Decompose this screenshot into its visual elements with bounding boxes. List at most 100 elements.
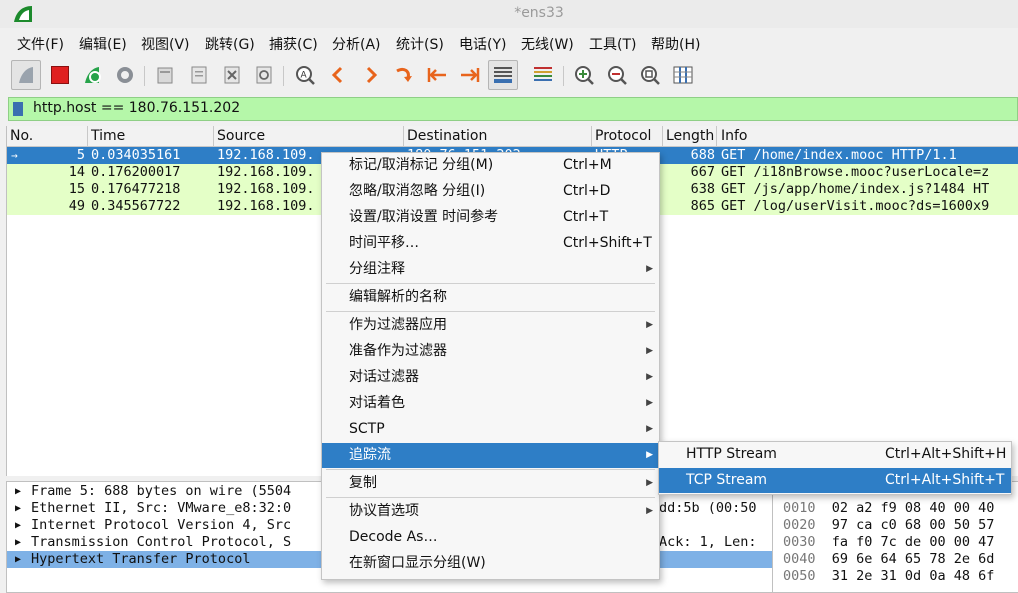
save-file-icon[interactable] xyxy=(184,60,214,90)
ctx-apply-as-filter[interactable]: 作为过滤器应用 ▶ xyxy=(322,313,659,338)
ctx-time-reference[interactable]: 设置/取消设置 时间参考 Ctrl+T xyxy=(322,205,659,230)
menu-capture[interactable]: 捕获(C) xyxy=(269,34,318,54)
ctx-label: 作为过滤器应用 xyxy=(349,317,447,333)
ctx-sctp[interactable]: SCTP ▶ xyxy=(322,417,659,442)
submenu-arrow-icon: ▶ xyxy=(646,320,653,330)
ctx-label: 对话过滤器 xyxy=(349,369,419,385)
ctx-prepare-as-filter[interactable]: 准备作为过滤器 ▶ xyxy=(322,339,659,364)
ctx-colorize-conversation[interactable]: 对话着色 ▶ xyxy=(322,391,659,416)
cell-length: 638 xyxy=(690,181,715,197)
ctx-protocol-preferences[interactable]: 协议首选项 ▶ xyxy=(322,499,659,524)
packet-bytes-pane[interactable]: 0010 02 a2 f9 08 40 00 40 0020 97 ca c0 … xyxy=(772,481,1018,593)
capture-options-gear-icon[interactable] xyxy=(110,60,140,90)
submenu-http-stream[interactable]: HTTP Stream Ctrl+Alt+Shift+H xyxy=(659,442,1011,467)
ctx-show-in-new-window[interactable]: 在新窗口显示分组(W) xyxy=(322,551,659,576)
restart-capture-icon[interactable] xyxy=(77,60,107,90)
autoscroll-icon[interactable] xyxy=(488,60,518,90)
close-file-icon[interactable] xyxy=(217,60,247,90)
display-filter-bar[interactable]: http.host == 180.76.151.202 xyxy=(8,97,1018,121)
menu-view[interactable]: 视图(V) xyxy=(141,34,190,54)
hex-offset: 0020 xyxy=(783,517,816,533)
hex-row: 0040 69 6e 64 65 78 2e 6d xyxy=(783,551,994,568)
cell-info: GET /log/userVisit.mooc?ds=1600x9 xyxy=(721,198,990,214)
cell-time: 0.034035161 xyxy=(91,147,181,163)
bookmark-icon[interactable] xyxy=(13,102,23,116)
hex-row: 0050 31 2e 31 0d 0a 48 6f xyxy=(783,568,994,585)
ctx-copy[interactable]: 复制 ▶ xyxy=(322,471,659,496)
submenu-label: TCP Stream xyxy=(686,472,768,488)
ctx-follow-stream[interactable]: 追踪流 ▶ xyxy=(322,443,659,468)
col-header-no[interactable]: No. xyxy=(10,128,33,144)
col-header-info[interactable]: Info xyxy=(721,128,748,144)
hex-row: 0020 97 ca c0 68 00 50 57 xyxy=(783,517,994,534)
expand-arrow-icon[interactable]: ▶ xyxy=(15,500,21,517)
ctx-packet-comment[interactable]: 分组注释 ▶ xyxy=(322,257,659,282)
go-back-arrow-icon[interactable] xyxy=(323,60,353,90)
reload-file-icon[interactable] xyxy=(249,60,279,90)
col-header-source[interactable]: Source xyxy=(217,128,265,144)
resize-columns-icon[interactable] xyxy=(668,60,698,90)
main-toolbar: A xyxy=(0,58,1018,94)
zoom-in-icon[interactable] xyxy=(569,60,599,90)
cell-no: 14 xyxy=(68,164,85,180)
colorize-icon[interactable] xyxy=(528,60,558,90)
menu-edit[interactable]: 编辑(E) xyxy=(79,34,127,54)
menu-statistics[interactable]: 统计(S) xyxy=(396,34,444,54)
shark-fin-start-icon[interactable] xyxy=(11,60,41,90)
cell-no: 49 xyxy=(68,198,85,214)
expand-arrow-icon[interactable]: ▶ xyxy=(15,534,21,551)
tree-item-label: Frame 5: 688 bytes on wire (5504 xyxy=(31,483,292,499)
submenu-arrow-icon: ▶ xyxy=(646,506,653,516)
hex-offset: 0050 xyxy=(783,568,816,584)
menu-go[interactable]: 跳转(G) xyxy=(205,34,255,54)
find-packet-icon[interactable]: A xyxy=(290,60,320,90)
ctx-mark-packet[interactable]: 标记/取消标记 分组(M) Ctrl+M xyxy=(322,153,659,178)
first-packet-icon[interactable] xyxy=(422,60,452,90)
zoom-out-icon[interactable] xyxy=(602,60,632,90)
stop-square-icon[interactable] xyxy=(45,60,75,90)
last-packet-icon[interactable] xyxy=(455,60,485,90)
normal-size-icon[interactable] xyxy=(635,60,665,90)
cell-info: GET /i18nBrowse.mooc?userLocale=z xyxy=(721,164,990,180)
submenu-tcp-stream[interactable]: TCP Stream Ctrl+Alt+Shift+T xyxy=(659,468,1011,493)
ctx-label: 对话着色 xyxy=(349,395,405,411)
go-to-packet-icon[interactable] xyxy=(389,60,419,90)
go-forward-arrow-icon[interactable] xyxy=(356,60,386,90)
col-header-length[interactable]: Length xyxy=(666,128,714,144)
ctx-label: 编辑解析的名称 xyxy=(349,289,447,305)
menu-analyze[interactable]: 分析(A) xyxy=(332,34,381,54)
col-header-protocol[interactable]: Protocol xyxy=(595,128,651,144)
col-header-destination[interactable]: Destination xyxy=(407,128,487,144)
cell-time: 0.176477218 xyxy=(91,181,181,197)
hex-bytes: 02 a2 f9 08 40 00 40 xyxy=(831,500,995,516)
ctx-label: 在新窗口显示分组(W) xyxy=(349,555,486,571)
menu-file[interactable]: 文件(F) xyxy=(17,34,64,54)
hex-offset: 0010 xyxy=(783,500,816,516)
col-header-time[interactable]: Time xyxy=(91,128,125,144)
ctx-label: SCTP xyxy=(349,421,385,437)
ctx-label: 准备作为过滤器 xyxy=(349,343,447,359)
menu-tools[interactable]: 工具(T) xyxy=(589,34,636,54)
ctx-edit-resolved-name[interactable]: 编辑解析的名称 xyxy=(322,285,659,310)
menu-help[interactable]: 帮助(H) xyxy=(651,34,700,54)
expand-arrow-icon[interactable]: ▶ xyxy=(15,551,21,568)
open-file-icon[interactable] xyxy=(150,60,180,90)
display-filter-input[interactable]: http.host == 180.76.151.202 xyxy=(33,100,240,116)
cell-no: 5 xyxy=(76,147,85,163)
svg-text:A: A xyxy=(301,71,308,81)
ctx-shortcut: Ctrl+T xyxy=(563,209,609,225)
ctx-label: 设置/取消设置 时间参考 xyxy=(349,209,499,225)
hex-row: 0030 fa f0 7c de 00 00 47 xyxy=(783,534,994,551)
expand-arrow-icon[interactable]: ▶ xyxy=(15,483,21,500)
menu-telephony[interactable]: 电话(Y) xyxy=(459,34,506,54)
expand-arrow-icon[interactable]: ▶ xyxy=(15,517,21,534)
tree-item-label: Hypertext Transfer Protocol xyxy=(31,551,251,568)
menu-wireless[interactable]: 无线(W) xyxy=(521,34,574,54)
ctx-time-shift[interactable]: 时间平移… Ctrl+Shift+T xyxy=(322,231,659,256)
hex-offset: 0030 xyxy=(783,534,816,550)
ctx-conversation-filter[interactable]: 对话过滤器 ▶ xyxy=(322,365,659,390)
ctx-ignore-packet[interactable]: 忽略/取消忽略 分组(I) Ctrl+D xyxy=(322,179,659,204)
submenu-shortcut: Ctrl+Alt+Shift+T xyxy=(885,472,1005,488)
ctx-decode-as[interactable]: Decode As… xyxy=(322,525,659,550)
menu-bar: 文件(F) 编辑(E) 视图(V) 跳转(G) 捕获(C) 分析(A) 统计(S… xyxy=(0,30,1018,56)
